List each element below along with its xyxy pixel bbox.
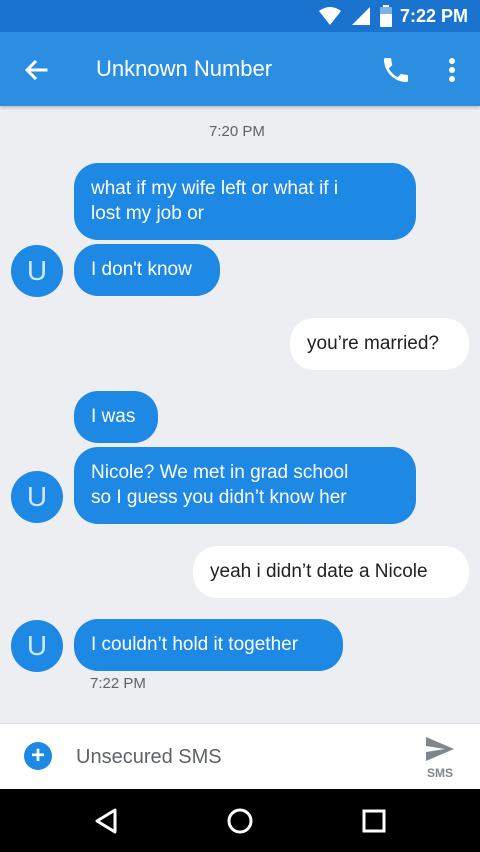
message-incoming[interactable]: I was [74, 391, 158, 443]
app-bar: Unknown Number [0, 32, 480, 106]
nav-recents-button[interactable] [356, 803, 392, 839]
phone-icon [384, 58, 408, 82]
status-icons: 7:22 PM [318, 0, 468, 32]
more-vert-icon [449, 58, 455, 82]
message-outgoing[interactable]: yeah i didn’t date a Nicole [193, 546, 469, 598]
back-button[interactable] [20, 54, 52, 86]
wifi-icon [318, 7, 341, 25]
call-button[interactable] [380, 54, 412, 86]
signal-icon [351, 7, 370, 25]
message-input[interactable] [74, 740, 398, 774]
timestamp: 7:20 PM [209, 123, 265, 140]
arrow-back-icon [24, 59, 48, 81]
send-label: SMS [426, 766, 453, 780]
send-button[interactable]: SMS [414, 732, 466, 784]
add-attachment-button[interactable]: + [24, 742, 52, 770]
status-bar: 7:22 PM [0, 0, 480, 32]
nav-back-button[interactable] [89, 803, 125, 839]
timestamp: 7:22 PM [90, 675, 146, 692]
composer: + SMS [0, 723, 480, 790]
plus-icon: + [30, 742, 45, 769]
nav-home-button[interactable] [222, 803, 258, 839]
avatar[interactable]: U [11, 245, 63, 297]
more-options-button[interactable] [440, 54, 464, 86]
battery-icon [379, 5, 392, 27]
message-incoming[interactable]: Nicole? We met in grad school so I guess… [74, 447, 416, 524]
avatar[interactable]: U [11, 471, 63, 523]
recents-square-icon [362, 809, 386, 833]
avatar[interactable]: U [11, 620, 63, 672]
messaging-app: 7:22 PM Unknown Number 7:20 PM what if m… [0, 0, 480, 852]
back-triangle-icon [95, 808, 117, 834]
navigation-bar [0, 789, 480, 852]
message-list[interactable]: 7:20 PM what if my wife left or what if … [0, 106, 480, 723]
conversation-title: Unknown Number [96, 56, 273, 81]
message-incoming[interactable]: I couldn’t hold it together [74, 619, 343, 671]
status-time: 7:22 PM [399, 5, 468, 26]
message-outgoing[interactable]: you’re married? [290, 318, 469, 370]
message-incoming[interactable]: I don't know [74, 244, 220, 296]
message-incoming[interactable]: what if my wife left or what if i lost m… [74, 163, 416, 240]
home-circle-icon [227, 808, 253, 834]
send-icon [426, 737, 454, 761]
